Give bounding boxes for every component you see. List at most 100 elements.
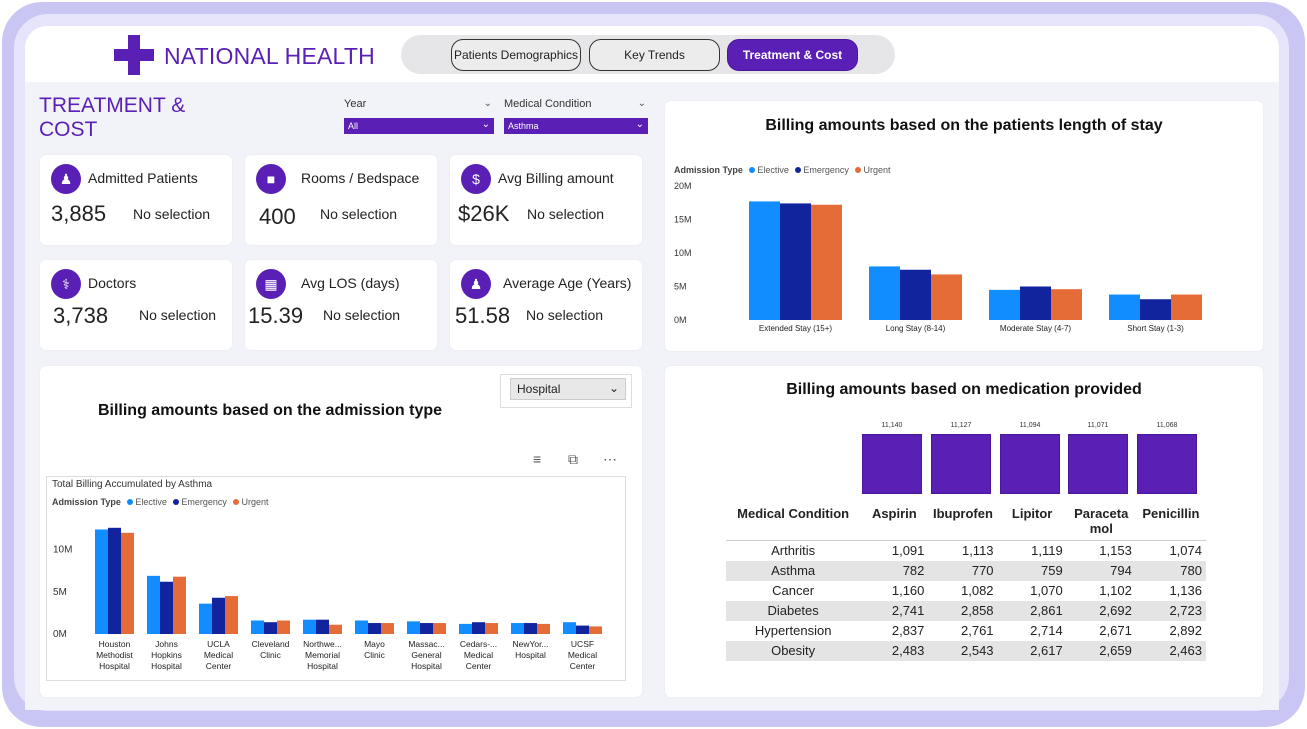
bar-urgent[interactable] bbox=[433, 623, 446, 634]
matrix-header[interactable]: Aspirin bbox=[860, 502, 929, 541]
bar-emergency[interactable] bbox=[160, 581, 173, 634]
bar-urgent[interactable] bbox=[589, 626, 602, 634]
bar-emergency[interactable] bbox=[368, 623, 381, 634]
table-cell: 2,659 bbox=[1066, 640, 1136, 661]
chevron-down-icon[interactable]: ⌄ bbox=[484, 98, 492, 109]
bar-urgent[interactable] bbox=[811, 204, 842, 320]
table-cell: 1,119 bbox=[1031, 543, 1063, 559]
y-tick-label: 15M bbox=[674, 215, 692, 225]
bar-urgent[interactable] bbox=[485, 623, 498, 634]
matrix-header[interactable]: Paraceta mol bbox=[1066, 502, 1136, 541]
bar-urgent[interactable] bbox=[537, 623, 550, 634]
page-title: TREATMENT & COST bbox=[39, 94, 186, 141]
x-tick-label: UCLA Medical Center bbox=[204, 639, 233, 671]
bar-elective[interactable] bbox=[251, 620, 264, 634]
matrix-header[interactable]: Ibuprofen bbox=[928, 502, 998, 541]
brand-title: NATIONAL HEALTH bbox=[164, 43, 375, 69]
bar-elective[interactable] bbox=[459, 623, 472, 634]
x-tick-label: Houston Methodist Hospital bbox=[96, 639, 133, 671]
bar-emergency[interactable] bbox=[1020, 286, 1051, 321]
y-tick-label: 0M bbox=[674, 315, 687, 325]
bar-emergency[interactable] bbox=[316, 619, 329, 634]
table-row: Hypertension 2,837 2,761 2,714 2,671 2,892 bbox=[726, 621, 1206, 641]
bar-emergency[interactable] bbox=[900, 269, 931, 320]
bar-emergency[interactable] bbox=[108, 527, 121, 634]
kpi-card-avg-los: ▦ Avg LOS (days) 15.39 No selection bbox=[245, 260, 437, 350]
year-filter[interactable]: Year ⌄ All ⌄ bbox=[344, 98, 494, 134]
condition-dropdown[interactable]: Asthma ⌄ bbox=[504, 118, 648, 134]
bar-urgent[interactable] bbox=[173, 576, 186, 634]
bar-urgent[interactable] bbox=[121, 532, 134, 634]
table-cell: 2,543 bbox=[928, 640, 998, 661]
bar-elective[interactable] bbox=[199, 603, 212, 634]
kpi-card-avg-billing: $ Avg Billing amount $26K No selection bbox=[450, 155, 642, 245]
chevron-down-icon: ⌄ bbox=[608, 381, 619, 395]
more-options-icon[interactable]: ⋯ bbox=[603, 451, 617, 468]
bar-emergency[interactable] bbox=[1140, 299, 1171, 320]
bar-emergency[interactable] bbox=[524, 623, 537, 634]
matrix-header-row: Medical Condition Aspirin Ibuprofen Lipi… bbox=[726, 502, 1206, 541]
table-cell: 794 bbox=[1066, 560, 1136, 581]
table-cell: 2,837 bbox=[891, 623, 925, 638]
bar-urgent[interactable] bbox=[225, 596, 238, 634]
bar-elective[interactable] bbox=[989, 289, 1020, 320]
bar-elective[interactable] bbox=[563, 622, 576, 634]
tab-treatment-cost[interactable]: Treatment & Cost bbox=[727, 39, 858, 71]
bar-urgent[interactable] bbox=[329, 624, 342, 634]
matrix-header[interactable]: Medical Condition bbox=[726, 502, 861, 541]
medication-bar[interactable] bbox=[931, 434, 991, 494]
bar-elective[interactable] bbox=[355, 620, 368, 634]
bar-elective[interactable] bbox=[1109, 294, 1140, 320]
bar-emergency[interactable] bbox=[264, 622, 277, 634]
bar-elective[interactable] bbox=[303, 619, 316, 634]
year-dropdown[interactable]: All ⌄ bbox=[344, 118, 494, 134]
kpi-title: Rooms / Bedspace bbox=[301, 170, 420, 186]
doctor-icon: ⚕ bbox=[51, 269, 81, 299]
chevron-down-icon[interactable]: ⌄ bbox=[638, 98, 646, 109]
chevron-down-icon: ⌄ bbox=[635, 119, 644, 130]
medical-condition-filter[interactable]: Medical Condition ⌄ Asthma ⌄ bbox=[504, 98, 648, 134]
bar-emergency[interactable] bbox=[212, 597, 225, 634]
bar-elective[interactable] bbox=[407, 621, 420, 634]
bar-emergency[interactable] bbox=[780, 203, 811, 320]
medication-bar[interactable] bbox=[862, 434, 922, 494]
tab-patients-demographics[interactable]: Patients Demographics bbox=[451, 39, 581, 71]
kpi-value: 400 bbox=[259, 204, 296, 229]
kpi-value: 3,738 bbox=[53, 303, 109, 328]
y-tick-label: 5M bbox=[674, 282, 687, 292]
medication-bar[interactable] bbox=[1137, 434, 1197, 494]
bar-elective[interactable] bbox=[511, 623, 524, 634]
row-condition-label: Cancer bbox=[772, 583, 815, 598]
tab-key-trends[interactable]: Key Trends bbox=[589, 39, 720, 71]
row-condition-label: Asthma bbox=[726, 560, 861, 581]
bar-urgent[interactable] bbox=[1051, 289, 1082, 320]
matrix-header[interactable]: Penicillin bbox=[1135, 502, 1206, 541]
bar-elective[interactable] bbox=[749, 201, 780, 320]
medication-bar[interactable] bbox=[1068, 434, 1128, 494]
kpi-selection: No selection bbox=[320, 206, 398, 222]
bar-emergency[interactable] bbox=[576, 625, 589, 634]
x-tick-label: Johns Hopkins Hospital bbox=[151, 639, 182, 671]
bar-elective[interactable] bbox=[869, 266, 900, 320]
bar-elective[interactable] bbox=[147, 575, 160, 634]
kpi-title: Average Age (Years) bbox=[503, 275, 632, 291]
table-row: Asthma 782 770 759 794 780 bbox=[726, 560, 1206, 581]
kpi-value: 51.58 bbox=[455, 303, 511, 328]
bar-emergency[interactable] bbox=[420, 623, 433, 634]
medication-bar[interactable] bbox=[1000, 434, 1060, 494]
x-tick-label: NewYor... Hospital bbox=[512, 639, 548, 660]
bar-urgent[interactable] bbox=[381, 623, 394, 634]
matrix-header[interactable]: Lipitor bbox=[997, 502, 1067, 541]
hospital-dropdown[interactable]: Hospital ⌄ bbox=[510, 378, 626, 400]
x-tick-label: Extended Stay (15+) bbox=[759, 324, 832, 333]
bar-urgent[interactable] bbox=[1171, 294, 1202, 320]
bar-urgent[interactable] bbox=[277, 620, 290, 634]
kpi-title: Admitted Patients bbox=[88, 170, 198, 186]
kpi-card-doctors: ⚕ Doctors 3,738 No selection bbox=[40, 260, 232, 350]
filter-icon[interactable]: ≡ bbox=[533, 451, 541, 467]
bar-urgent[interactable] bbox=[931, 274, 962, 320]
focus-mode-icon[interactable]: ⧉ bbox=[568, 451, 578, 468]
kpi-card-admitted-patients: ♟ Admitted Patients 3,885 No selection bbox=[40, 155, 232, 245]
bar-elective[interactable] bbox=[95, 529, 108, 634]
bar-emergency[interactable] bbox=[472, 622, 485, 634]
